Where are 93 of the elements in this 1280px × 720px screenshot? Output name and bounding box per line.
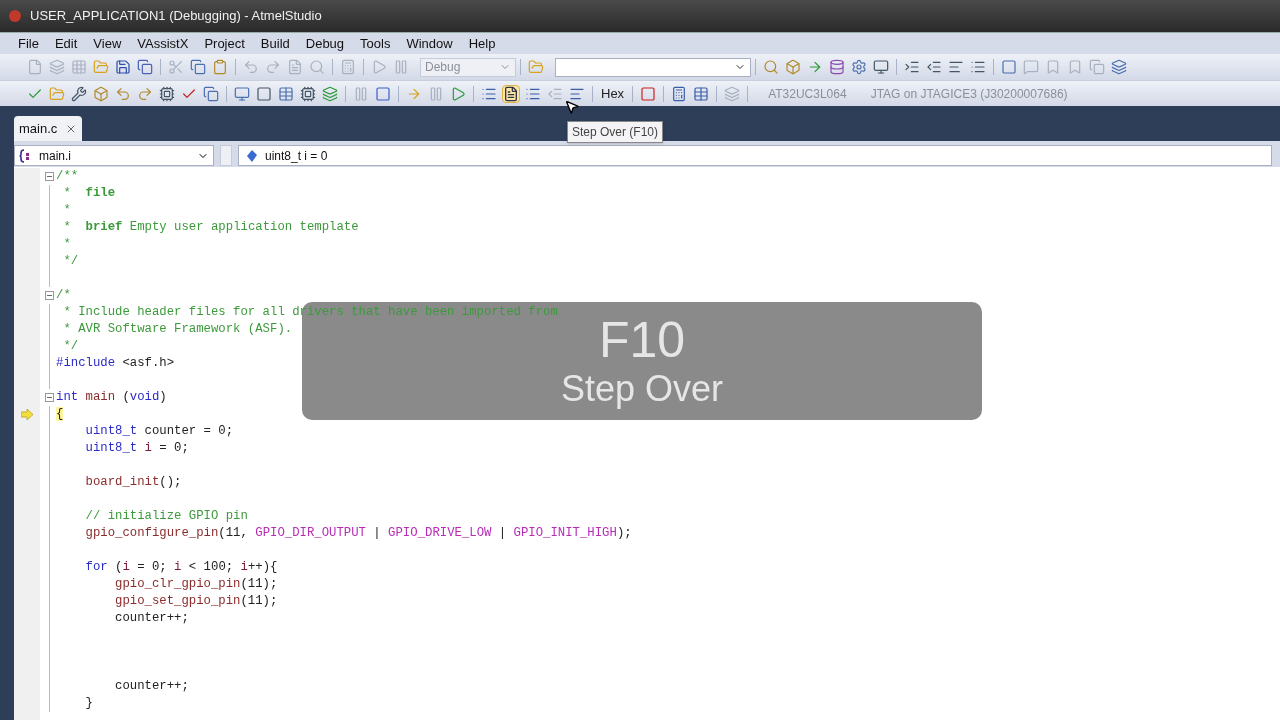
spin-button[interactable] — [220, 145, 232, 166]
tool-label: JTAG on JTAGICE3 (J30200007686) — [870, 85, 1068, 103]
document-icon[interactable] — [287, 59, 303, 75]
code-line: for (i = 0; i < 100; i++){ — [84, 559, 278, 577]
code-line: // initialize GPIO pin — [84, 508, 248, 526]
bookmark-next-icon[interactable] — [1045, 59, 1061, 75]
start-icon[interactable] — [371, 59, 387, 75]
pause-icon[interactable] — [428, 85, 444, 102]
code-line: counter++; — [114, 610, 189, 628]
tooltip: Step Over (F10) — [567, 121, 664, 143]
folder-icon[interactable] — [49, 85, 65, 102]
key-label: F10 — [598, 312, 686, 368]
box-icon[interactable] — [785, 59, 801, 75]
message-icon[interactable] — [1023, 59, 1039, 75]
folder-icon[interactable] — [528, 59, 544, 75]
menu-item[interactable]: VAssistX — [129, 33, 197, 54]
save-all-icon[interactable] — [137, 59, 153, 75]
code-line: * brief Empty user application template — [62, 219, 359, 237]
menu-item[interactable]: Edit — [46, 33, 86, 54]
collapse-icon[interactable] — [44, 393, 54, 402]
database-icon[interactable] — [829, 59, 845, 75]
breakpoint-icon[interactable] — [640, 85, 657, 102]
grid-icon[interactable] — [693, 85, 710, 102]
member-dropdown[interactable]: uint8_t i = 0 — [238, 145, 1272, 166]
code-line: * — [62, 202, 71, 220]
code-line: */ — [62, 253, 79, 271]
code-line: */ — [62, 338, 79, 356]
stop-icon[interactable] — [375, 85, 391, 102]
grid-icon[interactable] — [71, 59, 87, 75]
new-file-icon[interactable] — [27, 59, 43, 75]
editor-tab[interactable]: main.c — [14, 116, 83, 141]
cut-icon[interactable] — [168, 59, 184, 75]
layers-icon[interactable] — [1111, 59, 1127, 75]
code-line: uint8_t counter = 0; — [84, 423, 234, 441]
menu-item[interactable]: Help — [460, 33, 504, 54]
table-icon[interactable] — [278, 85, 294, 102]
menu-item[interactable]: Tools — [352, 33, 399, 54]
undo-icon[interactable] — [243, 59, 259, 75]
menu-item[interactable]: File — [8, 33, 47, 54]
open-folder-icon[interactable] — [93, 59, 109, 75]
layers-icon[interactable] — [322, 85, 338, 102]
hex-button[interactable]: Hex — [597, 83, 629, 104]
field-icon — [247, 149, 257, 162]
calculator-icon[interactable] — [340, 59, 356, 75]
menu-item[interactable]: Window — [398, 33, 461, 54]
continue-icon[interactable] — [450, 85, 466, 102]
wrench-icon[interactable] — [71, 85, 87, 102]
code-line: gpio_clr_gpio_pin(11); — [114, 576, 278, 594]
app-icon — [8, 9, 22, 23]
processor-icon[interactable] — [300, 85, 316, 102]
code-line: * file — [62, 185, 116, 203]
code-line: } — [84, 695, 93, 713]
code-line: int main (void) — [56, 389, 167, 407]
code-line: uint8_t i = 0; — [84, 440, 189, 458]
break-all-icon[interactable] — [353, 85, 369, 102]
copy-icon[interactable] — [190, 59, 206, 75]
save-icon[interactable] — [115, 59, 131, 75]
code-line: * AVR Software Framework (ASF). — [62, 321, 293, 339]
undo-icon[interactable] — [115, 85, 131, 102]
collapse-icon[interactable] — [44, 291, 54, 300]
indent-icon[interactable] — [904, 59, 920, 75]
redo-icon[interactable] — [265, 59, 281, 75]
settings-icon[interactable] — [851, 59, 867, 75]
find-icon[interactable] — [309, 59, 325, 75]
menu-item[interactable]: Build — [252, 33, 298, 54]
paste-icon[interactable] — [212, 59, 228, 75]
code-line: gpio_set_gpio_pin(11); — [114, 593, 278, 611]
class-icon — [19, 148, 31, 163]
scope-dropdown[interactable]: main.i — [14, 145, 214, 166]
collapse-icon[interactable] — [44, 172, 54, 181]
code-line: #include <asf.h> — [56, 355, 175, 373]
code-line: board_init(); — [84, 474, 182, 492]
menu-item[interactable]: Debug — [297, 33, 353, 54]
redo-icon[interactable] — [137, 85, 153, 102]
code-line: /* — [56, 287, 71, 305]
pause-icon[interactable] — [393, 59, 409, 75]
bookmark-prev-icon[interactable] — [1067, 59, 1083, 75]
action-label: Step Over — [560, 368, 724, 410]
chip-icon[interactable] — [159, 85, 175, 102]
code-line: * — [62, 236, 71, 254]
menu-item[interactable]: Project — [196, 33, 253, 54]
mouse-cursor-icon — [564, 98, 580, 116]
outdent-icon[interactable] — [926, 59, 942, 75]
menu-item[interactable]: View — [85, 33, 130, 54]
step-over-button[interactable] — [502, 84, 520, 103]
box-icon[interactable] — [93, 85, 109, 102]
platform-combo[interactable] — [555, 57, 751, 77]
code-line: /** — [56, 168, 79, 186]
code-line: gpio_configure_pin(11, GPIO_DIR_OUTPUT | GPIO_DRIVE_LOW | GPIO_INIT_HIGH); — [84, 525, 632, 543]
code-line: counter++; — [114, 678, 189, 696]
window-title: USER_APPLICATION1 (Debugging) - AtmelStudio — [30, 7, 322, 26]
device-label: AT32UC3L064 — [768, 85, 847, 103]
copy-icon[interactable] — [203, 85, 219, 102]
